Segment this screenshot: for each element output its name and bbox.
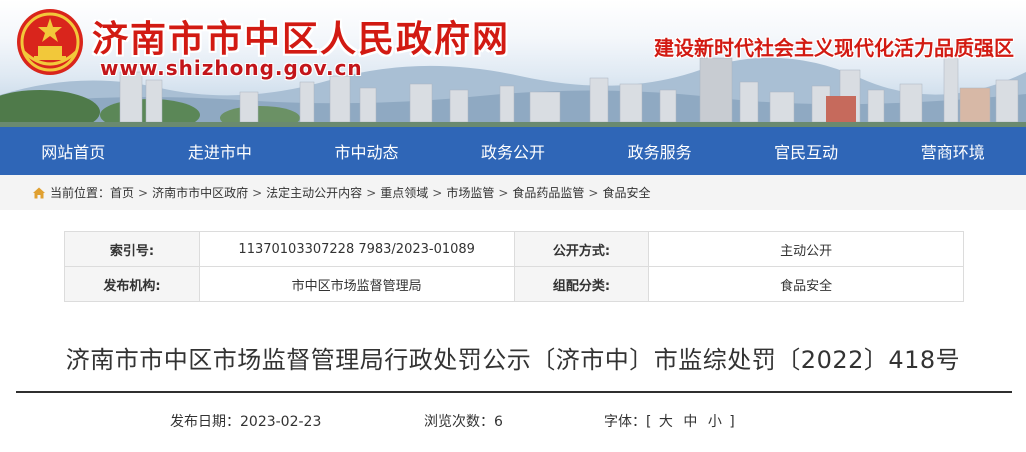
nav-item-label: 市中动态	[334, 143, 399, 162]
font-medium-button[interactable]: 中	[683, 414, 697, 430]
nav-item-label: 官民互动	[774, 143, 839, 162]
font-bracket-open: [	[646, 414, 652, 430]
nav-item-business[interactable]: 营商环境	[879, 127, 1026, 175]
publish-date-value: 2023-02-23	[240, 414, 322, 430]
article-title: 济南市市中区市场监督管理局行政处罚公示〔济市中〕市监综处罚〔2022〕418号	[65, 346, 961, 374]
font-large-button[interactable]: 大	[659, 414, 673, 430]
publish-date-label: 发布日期：	[170, 414, 240, 430]
site-url[interactable]: www.shizhong.gov.cn	[100, 56, 363, 80]
font-small-button[interactable]: 小	[708, 414, 722, 430]
breadcrumb-gov[interactable]: 济南市市中区政府	[152, 184, 248, 201]
font-bracket-close: ]	[729, 414, 735, 430]
index-number-value: 11370103307228 7983/2023-01089	[198, 231, 515, 267]
breadcrumb-legal[interactable]: 法定主动公开内容	[266, 184, 362, 201]
breadcrumb: 当前位置： 首页 > 济南市市中区政府 > 法定主动公开内容 > 重点领域 > …	[0, 175, 1026, 210]
nav-item-about[interactable]: 走进市中	[147, 127, 294, 175]
breadcrumb-food-drug[interactable]: 食品药品监管	[512, 184, 584, 201]
breadcrumb-separator: >	[138, 185, 149, 200]
title-divider	[16, 391, 1012, 393]
breadcrumb-prefix: 当前位置：	[50, 186, 111, 200]
view-count: 浏览次数：6	[424, 411, 503, 431]
breadcrumb-market[interactable]: 市场监管	[446, 184, 494, 201]
category-value: 食品安全	[648, 266, 964, 302]
publish-date: 发布日期：2023-02-23	[170, 411, 321, 431]
home-icon	[33, 187, 45, 198]
breadcrumb-separator: >	[252, 185, 263, 200]
nav-item-gov-disclosure[interactable]: 政务公开	[440, 127, 587, 175]
breadcrumb-separator: >	[432, 185, 443, 200]
disclosure-method-label: 公开方式:	[513, 231, 650, 267]
nav-item-label: 政务服务	[627, 143, 692, 162]
nav-item-home[interactable]: 网站首页	[0, 127, 147, 175]
main-nav: 网站首页 走进市中 市中动态 政务公开 政务服务 官民互动 营商环境	[0, 127, 1026, 175]
nav-item-interaction[interactable]: 官民互动	[733, 127, 880, 175]
site-title[interactable]: 济南市市中区人民政府网	[92, 10, 510, 62]
site-banner: 济南市市中区人民政府网 www.shizhong.gov.cn 建设新时代社会主…	[0, 0, 1026, 127]
view-count-label: 浏览次数：	[424, 414, 494, 430]
category-label: 组配分类:	[513, 266, 650, 302]
nav-item-label: 网站首页	[41, 143, 106, 162]
national-emblem-icon	[17, 9, 83, 75]
index-number-label: 索引号:	[64, 231, 200, 267]
disclosure-method-value: 主动公开	[648, 231, 964, 267]
breadcrumb-separator: >	[366, 185, 377, 200]
publisher-value: 市中区市场监督管理局	[198, 266, 515, 302]
breadcrumb-home[interactable]: 首页	[110, 184, 134, 201]
font-size-label: 字体：	[604, 414, 646, 430]
nav-item-label: 营商环境	[920, 143, 985, 162]
breadcrumb-separator: >	[588, 185, 599, 200]
site-slogan: 建设新时代社会主义现代化活力品质强区	[654, 36, 1014, 60]
table-row: 索引号: 11370103307228 7983/2023-01089 公开方式…	[64, 231, 964, 267]
table-row: 发布机构: 市中区市场监督管理局 组配分类: 食品安全	[64, 266, 964, 302]
document-info-table: 索引号: 11370103307228 7983/2023-01089 公开方式…	[64, 231, 964, 302]
publisher-label: 发布机构:	[64, 266, 200, 302]
nav-item-label: 政务公开	[481, 143, 546, 162]
view-count-value: 6	[494, 414, 503, 430]
breadcrumb-food-safety[interactable]: 食品安全	[602, 184, 650, 201]
nav-item-news[interactable]: 市中动态	[293, 127, 440, 175]
breadcrumb-separator: >	[498, 185, 509, 200]
nav-item-label: 走进市中	[187, 143, 252, 162]
nav-item-gov-service[interactable]: 政务服务	[586, 127, 733, 175]
breadcrumb-key-areas[interactable]: 重点领域	[380, 184, 428, 201]
font-size-switcher: 字体：[ 大 中 小 ]	[604, 411, 735, 431]
